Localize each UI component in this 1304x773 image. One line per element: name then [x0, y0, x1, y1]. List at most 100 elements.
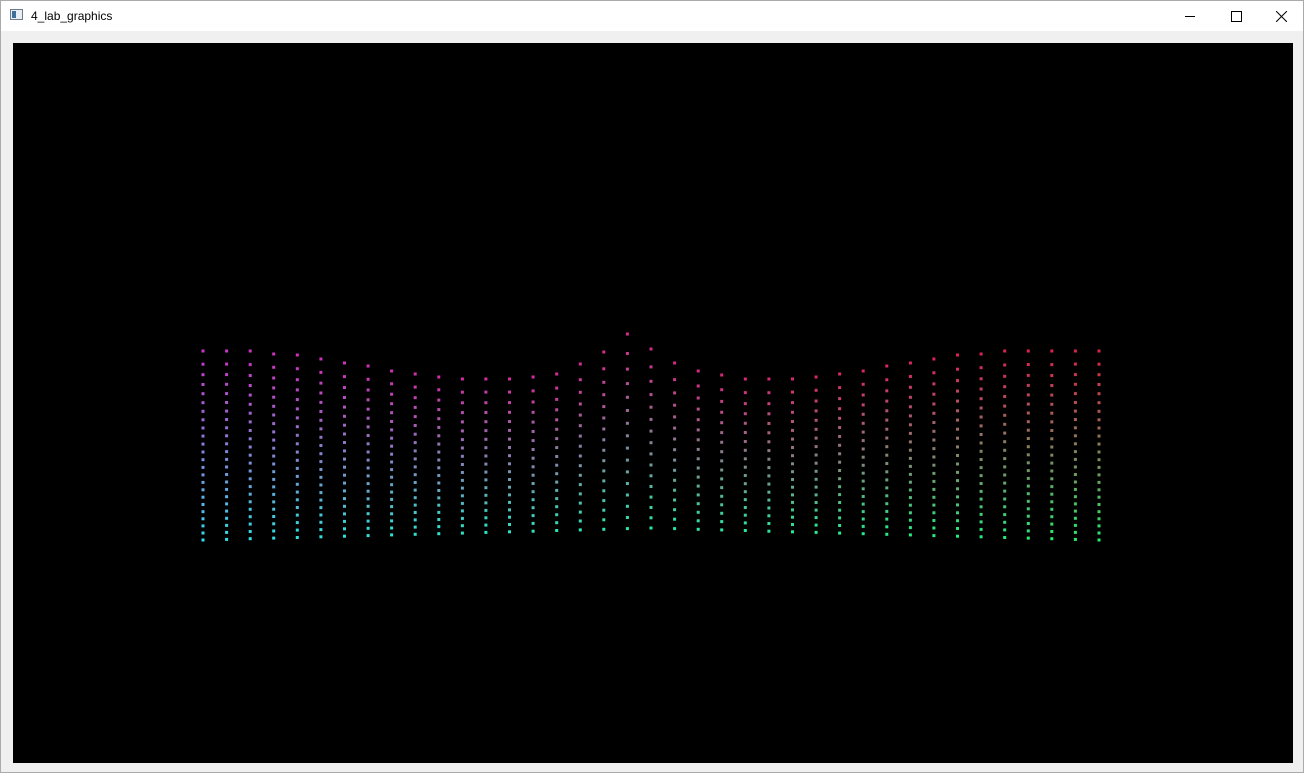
surface-point	[979, 424, 983, 428]
surface-point	[225, 434, 229, 438]
surface-point	[272, 470, 276, 474]
surface-point	[437, 398, 441, 402]
surface-point	[602, 459, 606, 463]
surface-point	[1073, 434, 1077, 438]
surface-point	[1003, 520, 1007, 524]
surface-point	[649, 379, 653, 383]
surface-point	[413, 525, 417, 529]
surface-point	[319, 381, 323, 385]
surface-point	[1097, 465, 1101, 469]
surface-point	[1026, 411, 1030, 415]
surface-point	[1050, 469, 1054, 473]
surface-point	[578, 501, 582, 505]
surface-point	[343, 405, 346, 409]
minimize-button[interactable]	[1167, 1, 1213, 31]
surface-point	[956, 379, 959, 383]
surface-point	[720, 477, 724, 481]
surface-point	[225, 426, 229, 430]
surface-point	[1050, 411, 1054, 415]
surface-point	[979, 397, 983, 401]
surface-point	[696, 457, 700, 461]
surface-point	[1026, 484, 1030, 488]
surface-point	[1050, 363, 1054, 367]
surface-point	[201, 426, 205, 430]
surface-point	[437, 525, 441, 529]
maximize-icon	[1231, 11, 1242, 22]
surface-point	[908, 440, 912, 444]
title-bar[interactable]: 4_lab_graphics	[1, 1, 1303, 31]
surface-point	[1097, 503, 1101, 506]
surface-point	[413, 465, 417, 469]
maximize-button[interactable]	[1213, 1, 1259, 31]
surface-point	[625, 395, 629, 399]
minimize-icon	[1185, 16, 1195, 17]
surface-point	[1003, 413, 1007, 417]
surface-point	[225, 480, 229, 484]
surface-point	[390, 526, 394, 530]
surface-point	[673, 378, 677, 382]
surface-point	[1097, 418, 1101, 422]
surface-point	[437, 466, 441, 470]
surface-point	[1073, 426, 1077, 430]
surface-point	[413, 432, 417, 436]
surface-point	[1003, 349, 1007, 353]
surface-point	[484, 516, 488, 520]
surface-point	[908, 533, 912, 537]
surface-point	[649, 516, 653, 520]
surface-point	[720, 410, 724, 414]
surface-point	[625, 421, 629, 425]
surface-point	[343, 441, 346, 444]
surface-point	[602, 393, 606, 397]
surface-point	[508, 478, 511, 481]
surface-point	[932, 447, 936, 451]
surface-point	[343, 481, 346, 485]
surface-point	[861, 403, 865, 407]
surface-point	[201, 418, 205, 422]
surface-point	[932, 402, 936, 406]
close-icon	[1276, 11, 1287, 22]
close-button[interactable]	[1258, 1, 1304, 31]
surface-point	[720, 494, 724, 498]
render-canvas[interactable]	[13, 43, 1293, 763]
surface-point	[838, 460, 842, 464]
surface-point	[743, 391, 747, 395]
surface-point	[791, 454, 794, 458]
surface-point	[979, 366, 983, 370]
surface-point	[838, 501, 842, 504]
surface-point	[932, 411, 936, 415]
surface-point	[1026, 453, 1030, 457]
surface-point	[366, 489, 370, 493]
surface-point	[366, 450, 370, 454]
surface-point	[625, 382, 629, 386]
surface-point	[649, 347, 653, 351]
surface-point	[343, 396, 346, 399]
surface-point	[720, 388, 724, 392]
surface-point	[413, 481, 417, 484]
surface-point	[885, 462, 889, 465]
surface-point	[979, 406, 983, 410]
surface-point	[908, 448, 912, 452]
surface-point	[814, 427, 818, 431]
surface-point	[602, 416, 606, 420]
surface-point	[201, 392, 205, 396]
surface-point	[555, 408, 559, 412]
surface-point	[838, 416, 842, 420]
surface-point	[1073, 382, 1077, 386]
surface-point	[1003, 448, 1007, 452]
surface-point	[979, 520, 983, 524]
surface-point	[272, 485, 276, 489]
surface-point	[201, 383, 205, 386]
surface-point	[484, 478, 488, 482]
surface-point	[791, 401, 794, 405]
surface-point	[578, 473, 582, 477]
surface-point	[979, 489, 983, 493]
surface-point	[484, 429, 488, 433]
surface-point	[366, 534, 370, 538]
surface-point	[1073, 465, 1077, 469]
surface-point	[578, 424, 582, 428]
surface-point	[319, 427, 323, 431]
surface-point	[696, 466, 700, 470]
surface-point	[649, 463, 653, 467]
surface-point	[460, 401, 464, 405]
surface-point	[979, 512, 983, 516]
